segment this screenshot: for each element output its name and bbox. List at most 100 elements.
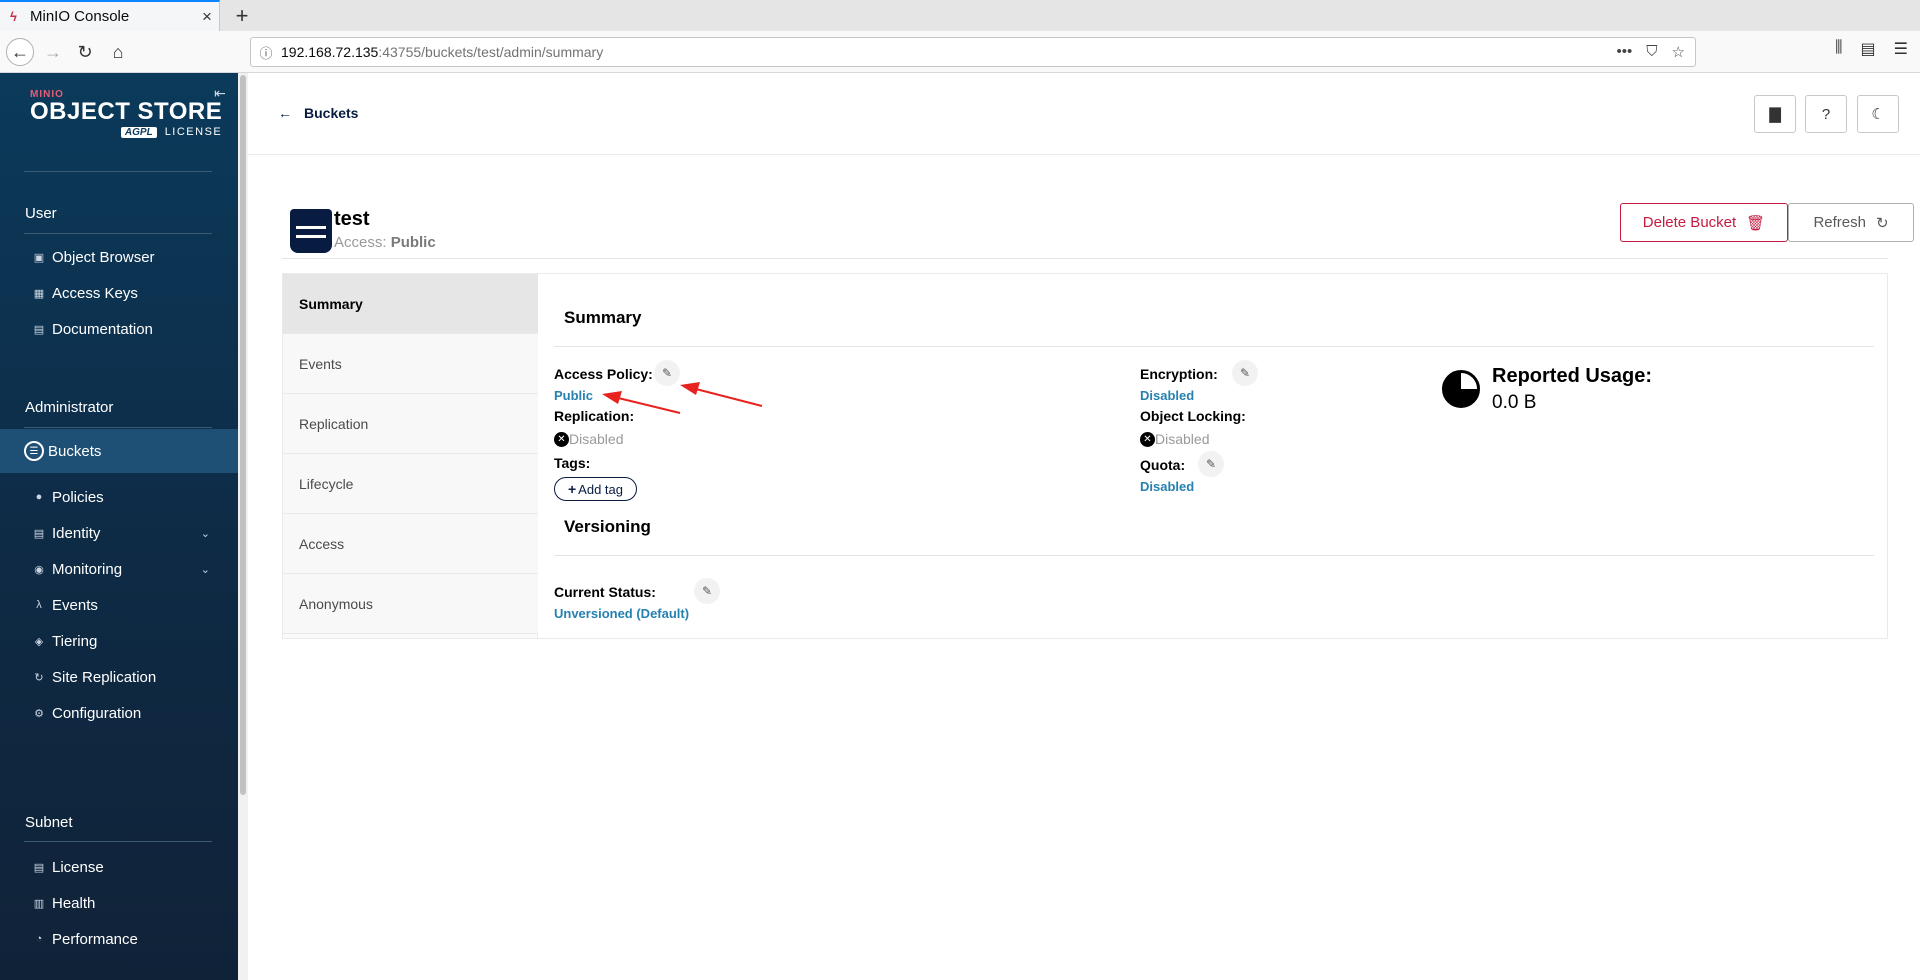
sidebar-item-configuration[interactable]: ⚙ Configuration xyxy=(0,693,238,733)
edit-quota-button[interactable]: ✎ xyxy=(1198,451,1224,477)
license-icon: ▤ xyxy=(33,861,45,874)
trash-icon: 🗑 xyxy=(1746,214,1766,232)
sidebar: ⇤ MINIO OBJECT STORE AGPL LICENSE User ▣… xyxy=(0,73,238,980)
sidebar-item-label: Tiering xyxy=(52,632,98,650)
sidebar-item-access-keys[interactable]: ▦ Access Keys xyxy=(0,273,238,313)
site-info-icon[interactable]: ⓘ xyxy=(251,43,281,62)
tab-anonymous[interactable]: Anonymous xyxy=(283,574,539,634)
sidebar-item-label: Documentation xyxy=(52,320,153,338)
encryption-value[interactable]: Disabled xyxy=(1140,388,1194,403)
health-icon: ▥ xyxy=(33,897,45,910)
address-bar[interactable]: ⓘ 192.168.72.135:43755/buckets/test/admi… xyxy=(250,37,1696,67)
sidebar-item-monitoring[interactable]: ◉ Monitoring ⌄ xyxy=(0,549,238,589)
edit-encryption-button[interactable]: ✎ xyxy=(1232,360,1258,386)
sidebar-item-documentation[interactable]: ▤ Documentation xyxy=(0,309,238,349)
sidebar-item-label: Identity xyxy=(52,524,101,542)
forward-icon[interactable]: → xyxy=(40,39,66,65)
menu-icon[interactable]: ☰ xyxy=(1894,39,1908,59)
sidebar-item-label: Object Browser xyxy=(52,248,155,266)
sidebar-item-events[interactable]: λ Events xyxy=(0,585,238,625)
back-link-label: Buckets xyxy=(304,105,359,121)
chevron-down-icon[interactable]: ⌄ xyxy=(201,563,210,576)
lambda-icon: λ xyxy=(36,599,42,611)
help-button[interactable]: ? xyxy=(1805,95,1847,133)
replication-value: Disabled xyxy=(569,431,624,447)
bucket-icon xyxy=(290,209,332,253)
tab-events[interactable]: Events xyxy=(283,334,539,394)
sidebar-item-license[interactable]: ▤ License xyxy=(0,847,238,887)
sidebar-item-object-browser[interactable]: ▣ Object Browser xyxy=(0,237,238,277)
pencil-icon: ✎ xyxy=(1205,457,1217,471)
reported-usage-value: 0.0 B xyxy=(1492,392,1537,413)
logo-license: LICENSE xyxy=(164,126,223,138)
bookmark-star-icon[interactable]: ☆ xyxy=(1672,43,1685,61)
tab-lifecycle[interactable]: Lifecycle xyxy=(283,454,539,514)
sidebar-item-site-replication[interactable]: ↻ Site Replication xyxy=(0,657,238,697)
sidebar-item-label: Events xyxy=(52,596,98,614)
section-title-subnet: Subnet xyxy=(25,814,73,831)
tab-access[interactable]: Access xyxy=(283,514,539,574)
versioning-title: Versioning xyxy=(564,517,651,536)
page-actions-icon[interactable]: ••• xyxy=(1617,43,1633,61)
divider xyxy=(24,233,212,234)
home-icon[interactable]: ⌂ xyxy=(105,39,131,65)
folder-button[interactable]: ▇ xyxy=(1754,95,1796,133)
url-host: 192.168.72.135 xyxy=(281,44,379,60)
divider xyxy=(24,841,212,842)
replication-status: ✕ Disabled xyxy=(554,431,623,447)
pocket-icon[interactable]: ⛉ xyxy=(1646,43,1657,61)
usage-pie-icon xyxy=(1442,370,1480,408)
close-tab-icon[interactable]: × xyxy=(195,7,219,27)
moon-icon: ☾ xyxy=(1871,106,1885,123)
bucket-name: test xyxy=(334,208,370,230)
refresh-button[interactable]: Refresh ↻ xyxy=(1788,203,1914,242)
identity-icon: ▤ xyxy=(33,527,45,540)
sidebar-item-tiering[interactable]: ◈ Tiering xyxy=(0,621,238,661)
sidebar-item-label: Monitoring xyxy=(52,560,123,578)
add-tag-button[interactable]: + Add tag xyxy=(554,477,637,501)
tab-title: MinIO Console xyxy=(30,8,130,25)
disabled-x-icon: ✕ xyxy=(1140,431,1155,447)
sidebar-item-health[interactable]: ▥ Health xyxy=(0,883,238,923)
delete-bucket-button[interactable]: Delete Bucket 🗑 xyxy=(1620,203,1788,242)
back-icon[interactable]: ← xyxy=(6,38,34,66)
current-status-value[interactable]: Unversioned (Default) xyxy=(554,606,689,621)
section-title-user: User xyxy=(25,205,57,222)
reload-icon[interactable]: ↻ xyxy=(72,39,98,65)
divider xyxy=(24,427,212,428)
tiering-icon: ◈ xyxy=(34,635,44,648)
main-content: ← Buckets ▇ ? ☾ test Access: Public Dele… xyxy=(248,73,1920,980)
bucket-access: Access: Public xyxy=(334,234,436,251)
edit-access-policy-button[interactable]: ✎ xyxy=(654,360,680,386)
object-browser-icon: ▣ xyxy=(33,251,45,264)
tab-summary[interactable]: Summary xyxy=(283,274,539,334)
sidebar-item-performance[interactable]: ◔ Performance xyxy=(0,919,238,959)
chevron-down-icon[interactable]: ⌄ xyxy=(201,527,210,540)
logo: MINIO OBJECT STORE AGPL LICENSE xyxy=(30,89,222,138)
edit-versioning-button[interactable]: ✎ xyxy=(694,578,720,604)
access-policy-value[interactable]: Public xyxy=(554,388,593,403)
bucket-tabs: Summary Events Replication Lifecycle Acc… xyxy=(282,273,539,639)
tab-replication[interactable]: Replication xyxy=(283,394,539,454)
quota-value[interactable]: Disabled xyxy=(1140,479,1194,494)
sidebar-item-policies[interactable]: ● Policies xyxy=(0,477,238,517)
access-policy-label: Access Policy: xyxy=(554,366,653,382)
browser-tab[interactable]: ϟ MinIO Console × xyxy=(0,0,220,31)
refresh-icon: ↻ xyxy=(1875,214,1889,232)
sidebar-item-buckets[interactable]: ☰ Buckets xyxy=(0,429,238,473)
access-keys-icon: ▦ xyxy=(33,287,45,300)
sidebar-scrollbar-thumb[interactable] xyxy=(240,75,246,795)
summary-panel: Summary Access Policy: ✎ Public Replicat… xyxy=(538,273,1888,639)
site-replication-icon: ↻ xyxy=(34,671,44,684)
section-title-administrator: Administrator xyxy=(25,399,114,416)
sidebar-item-label: Configuration xyxy=(52,704,142,722)
new-tab-icon[interactable]: + xyxy=(230,3,254,29)
back-to-buckets-link[interactable]: ← Buckets xyxy=(278,105,358,121)
help-icon: ? xyxy=(1821,105,1831,123)
library-icon[interactable]: ⫼ xyxy=(1835,39,1842,59)
sidebar-toggle-icon[interactable]: ▤ xyxy=(1861,39,1876,59)
sidebar-item-label: Performance xyxy=(52,930,138,948)
sidebar-item-identity[interactable]: ▤ Identity ⌄ xyxy=(0,513,238,553)
bucket-header: test Access: Public Delete Bucket 🗑 Refr… xyxy=(282,201,1914,259)
dark-mode-button[interactable]: ☾ xyxy=(1857,95,1899,133)
